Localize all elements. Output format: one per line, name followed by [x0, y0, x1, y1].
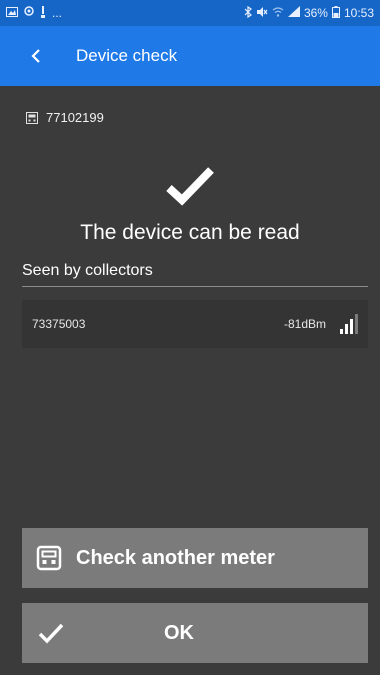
signal-bar [345, 324, 348, 334]
ok-label: OK [164, 621, 194, 644]
battery-icon [331, 5, 340, 21]
mute-icon [256, 6, 268, 21]
more-indicator: ... [52, 6, 63, 20]
image-icon [6, 6, 18, 20]
status-right: 36% 10:53 [244, 5, 374, 21]
collector-signal-strength: -81dBm [283, 317, 326, 331]
meter-icon [36, 545, 62, 571]
page-title: Device check [76, 46, 178, 65]
meter-icon [26, 111, 38, 124]
collector-id: 73375003 [32, 317, 86, 331]
signal-strength-icon [340, 314, 358, 334]
check-another-meter-button[interactable]: Check another meter [22, 528, 368, 588]
status-time: 10:53 [343, 6, 374, 20]
wifi-icon [272, 6, 284, 20]
result-message: The device can be read [80, 221, 300, 244]
battery-percent: 36% [303, 6, 328, 20]
signal-bar [355, 314, 358, 334]
status-bar: ... 36% 10:53 [0, 0, 380, 26]
bluetooth-icon [244, 5, 252, 21]
status-left: ... [6, 5, 63, 21]
meter-id: 77102199 [46, 110, 104, 125]
location-icon [24, 5, 34, 21]
section-title-collectors: Seen by collectors [22, 262, 153, 279]
ok-button[interactable]: OK [22, 603, 368, 663]
app-bar: Device check [0, 26, 380, 86]
back-chevron-icon[interactable] [22, 42, 50, 70]
signal-icon [287, 6, 300, 20]
meter-id-row: 77102199 [26, 110, 104, 125]
main-content: 77102199 The device can be read Seen by … [0, 86, 380, 675]
section-divider [22, 286, 368, 287]
checkmark-icon [165, 166, 215, 211]
signal-bar [350, 319, 353, 334]
check-another-meter-label: Check another meter [76, 546, 275, 569]
checkmark-icon [38, 622, 64, 644]
notification-icon [40, 5, 46, 21]
signal-bar [340, 329, 343, 334]
collector-row[interactable]: 73375003 -81dBm [22, 300, 368, 348]
